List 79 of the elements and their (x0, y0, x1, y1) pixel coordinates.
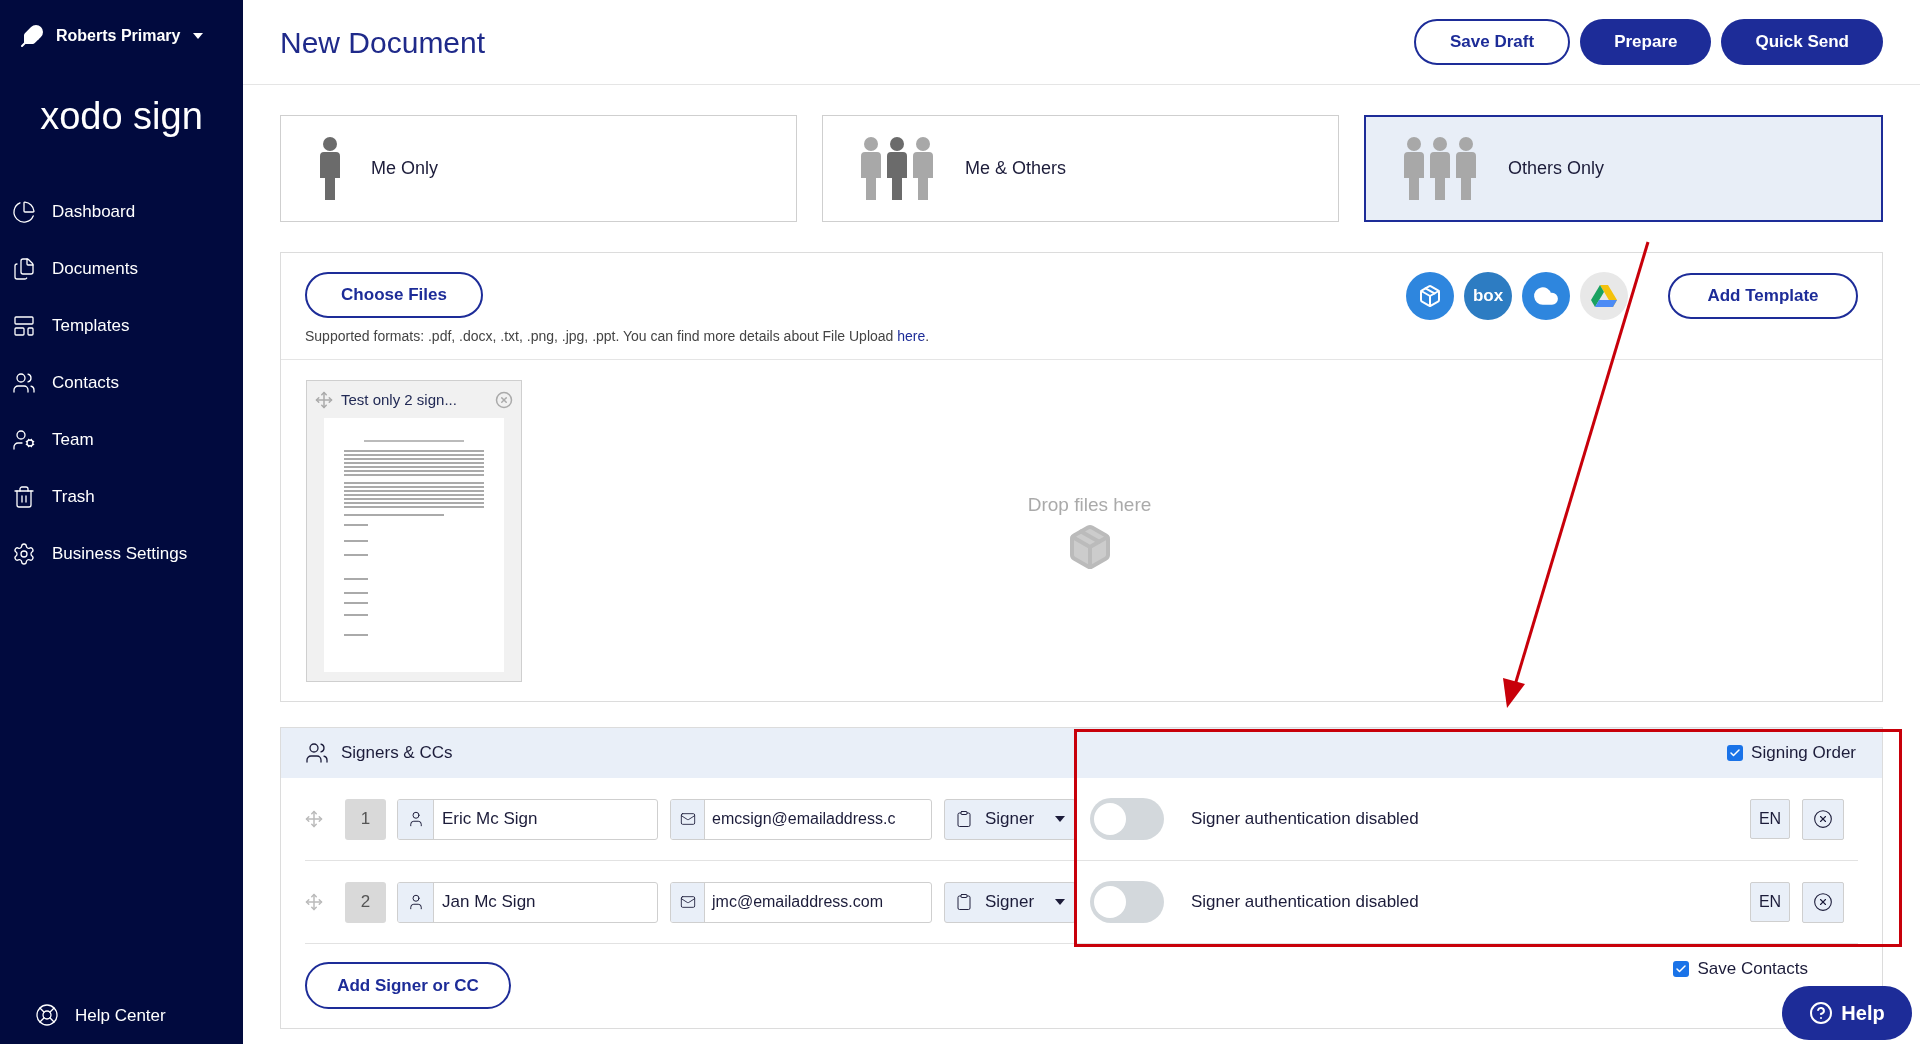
nav-item[interactable]: Team (0, 411, 243, 468)
onedrive-button[interactable] (1522, 272, 1570, 320)
checkbox[interactable] (1673, 960, 1690, 977)
caret-icon (1055, 899, 1065, 905)
trash-icon (12, 484, 36, 509)
box-icon (1418, 284, 1442, 308)
toggle-switch[interactable] (1090, 798, 1164, 840)
toggle-switch[interactable] (1090, 881, 1164, 923)
close-icon (1813, 892, 1833, 912)
supported-formats-text: Supported formats: .pdf, .docx, .txt, .png, .jpg, .ppt. You can find more details about File Upload here. (305, 327, 930, 346)
caret-icon (1055, 816, 1065, 822)
drag-handle-icon[interactable] (305, 893, 323, 911)
person-icon (317, 135, 343, 202)
header-button[interactable]: Save Draft (1414, 19, 1571, 65)
documents-icon (12, 256, 36, 281)
recipient-mode-card[interactable]: Me Only (280, 115, 797, 222)
drag-handle-icon[interactable] (315, 391, 333, 410)
nav-item[interactable]: Dashboard (0, 183, 243, 240)
triangle-icon (1591, 285, 1617, 307)
clipboard-icon (955, 810, 973, 828)
lifebuoy-icon (35, 1003, 59, 1028)
pie-chart-icon (12, 199, 36, 224)
clipboard-icon (955, 893, 973, 911)
authentication-status: Signer authentication disabled (1191, 808, 1419, 831)
drop-files-text: Drop files here (1027, 492, 1152, 517)
header-button[interactable]: Quick Send (1721, 19, 1883, 65)
signing-order-label: Signing Order (1751, 742, 1856, 765)
add-template-button[interactable]: Add Template (1668, 273, 1858, 319)
close-icon (1813, 809, 1833, 829)
checkmark-icon (1729, 747, 1742, 759)
drag-handle-icon[interactable] (305, 810, 323, 828)
feather-icon (20, 24, 44, 48)
caret-icon (192, 33, 203, 39)
close-icon[interactable] (495, 391, 513, 410)
template-icon (12, 313, 36, 338)
nav-item[interactable]: Templates (0, 297, 243, 354)
team-icon (12, 427, 36, 452)
page-title: New Document (280, 24, 486, 61)
account-switcher[interactable]: Roberts Primary (56, 24, 203, 48)
google-drive-button[interactable] (1580, 272, 1628, 320)
email-field[interactable]: emcsign@emailaddress.c (670, 798, 932, 840)
role-dropdown[interactable]: Signer (944, 881, 1076, 923)
name-field[interactable]: Eric Mc Sign (397, 798, 658, 840)
help-icon (1809, 1001, 1834, 1025)
contacts-icon (305, 741, 329, 765)
order-number: 2 (345, 881, 386, 923)
logo: xodo sign (39, 94, 204, 139)
recipient-mode-card[interactable]: Me & Others (822, 115, 1339, 222)
remove-button[interactable] (1802, 881, 1844, 923)
envelope-icon (679, 811, 696, 827)
help-button[interactable]: Help (1782, 986, 1912, 1040)
remove-button[interactable] (1802, 798, 1844, 840)
box-button[interactable]: box (1464, 272, 1512, 320)
signers-title: Signers & CCs (341, 742, 453, 765)
add-signer-button[interactable]: Add Signer or CC (305, 962, 511, 1009)
settings-icon (12, 541, 36, 566)
here-link[interactable]: here (897, 328, 926, 344)
file-name: Test only 2 sign... (341, 390, 458, 410)
authentication-status: Signer authentication disabled (1191, 891, 1419, 914)
header-button[interactable]: Prepare (1580, 19, 1712, 65)
checkmark-icon (1675, 962, 1688, 975)
nav-item[interactable]: Contacts (0, 354, 243, 411)
dropbox-button[interactable] (1406, 272, 1454, 320)
choose-files-button[interactable]: Choose Files (305, 272, 483, 318)
recipient-mode-card[interactable]: Others Only (1364, 115, 1883, 222)
save-contacts-label: Save Contacts (1697, 958, 1808, 980)
checkbox[interactable] (1727, 745, 1744, 761)
contacts-icon (12, 370, 36, 395)
order-number: 1 (345, 798, 386, 840)
help-center-link[interactable]: Help Center (0, 1002, 243, 1044)
language-button[interactable]: EN (1750, 799, 1790, 839)
role-dropdown[interactable]: Signer (944, 798, 1076, 840)
nav-item[interactable]: Documents (0, 240, 243, 297)
email-field[interactable]: jmc@emailaddress.com (670, 881, 932, 923)
nav-item[interactable]: Trash (0, 468, 243, 525)
nav-item[interactable]: Business Settings (0, 525, 243, 582)
name-field[interactable]: Jan Mc Sign (397, 881, 658, 923)
envelope-icon (679, 894, 696, 910)
language-button[interactable]: EN (1750, 882, 1790, 922)
